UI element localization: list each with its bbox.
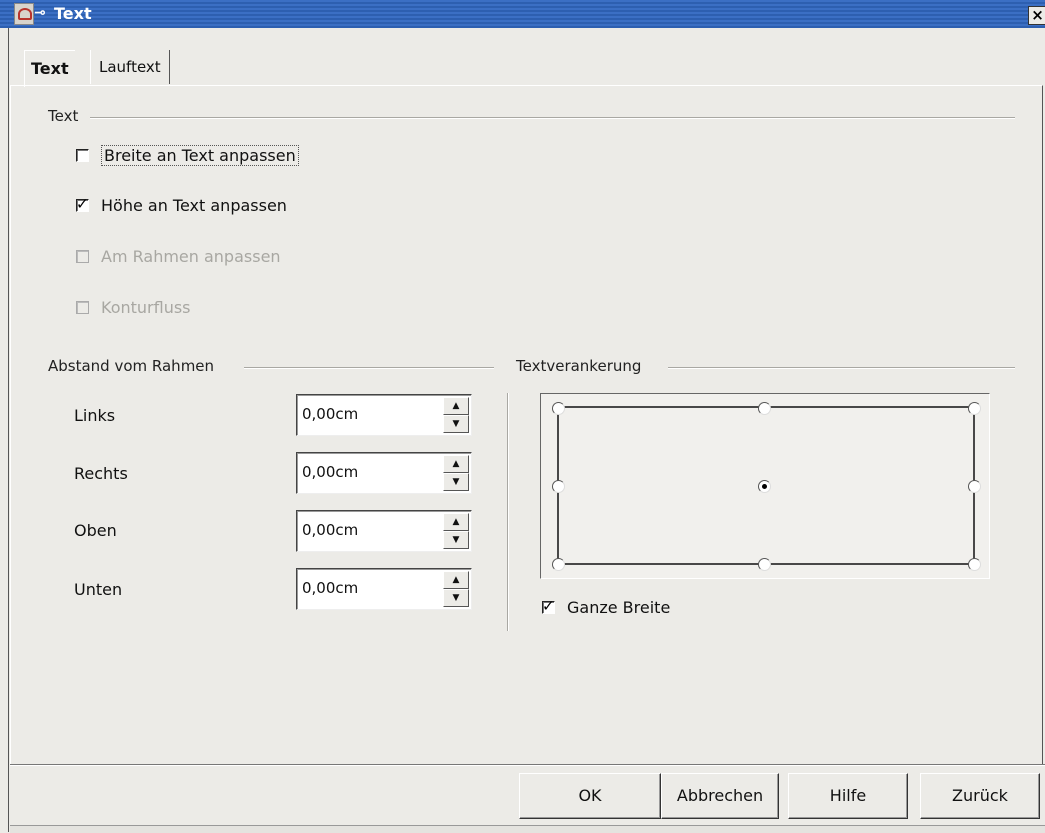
links-label: Links [74, 406, 116, 425]
group-divider [244, 367, 494, 369]
unten-value[interactable]: 0,00cm [302, 579, 358, 597]
tab-lauftext-label: Lauftext [99, 58, 161, 76]
checkbox-row-kontur: Konturfluss [76, 298, 191, 317]
kontur-checkbox-label: Konturfluss [101, 298, 191, 317]
anchor-bottom-right[interactable] [968, 558, 981, 571]
help-button[interactable]: Hilfe [788, 773, 908, 819]
title-bar: ⊸ Text × [0, 0, 1045, 28]
tab-text[interactable]: Text [24, 50, 75, 87]
rechts-value[interactable]: 0,00cm [302, 463, 358, 481]
reset-button[interactable]: Zurück [920, 773, 1040, 819]
links-value[interactable]: 0,00cm [302, 405, 358, 423]
unten-up-arrow-icon[interactable]: ▲ [443, 571, 469, 589]
rechts-label: Rechts [74, 464, 128, 483]
button-separator [10, 764, 1045, 766]
oben-label: Oben [74, 521, 117, 540]
anchor-preview [540, 393, 990, 579]
window-title: Text [54, 4, 92, 23]
unten-label: Unten [74, 580, 123, 599]
links-spinbox[interactable]: 0,00cm ▲ ▼ [296, 394, 472, 436]
unten-spinbox[interactable]: 0,00cm ▲ ▼ [296, 568, 472, 610]
anchor-middle-right[interactable] [968, 480, 981, 493]
close-icon[interactable]: × [1028, 6, 1045, 25]
anchor-middle-left[interactable] [552, 480, 565, 493]
anchor-bottom-center[interactable] [758, 558, 771, 571]
checkbox-row-ganze-breite[interactable]: Ganze Breite [542, 597, 671, 617]
links-down-arrow-icon[interactable]: ▼ [443, 415, 469, 433]
anchor-top-right[interactable] [968, 402, 981, 415]
anchor-bottom-left[interactable] [552, 558, 565, 571]
anchor-top-left[interactable] [552, 402, 565, 415]
group-divider [668, 367, 1015, 369]
cancel-button[interactable]: Abbrechen [661, 773, 779, 819]
checkbox-row-hoehe[interactable]: Höhe an Text anpassen [76, 195, 287, 215]
oben-down-arrow-icon[interactable]: ▼ [443, 531, 469, 549]
unten-down-arrow-icon[interactable]: ▼ [443, 589, 469, 607]
anchor-group-label: Textverankerung [516, 357, 642, 375]
breite-checkbox[interactable] [76, 149, 89, 162]
tab-lauftext[interactable]: Lauftext [90, 50, 170, 84]
ganze-breite-checkbox[interactable] [542, 597, 555, 615]
checkbox-row-breite[interactable]: Breite an Text anpassen [76, 145, 299, 166]
app-icon[interactable] [14, 3, 34, 25]
hoehe-checkbox[interactable] [76, 195, 89, 213]
anchor-center[interactable] [758, 480, 771, 493]
vertical-divider [507, 393, 509, 631]
links-up-arrow-icon[interactable]: ▲ [443, 397, 469, 415]
anchor-top-center[interactable] [758, 402, 771, 415]
kontur-checkbox [76, 301, 89, 314]
hoehe-checkbox-label: Höhe an Text anpassen [101, 196, 287, 215]
ganze-breite-label: Ganze Breite [567, 598, 671, 617]
pin-icon[interactable]: ⊸ [34, 5, 46, 21]
text-group-label: Text [48, 107, 79, 125]
checkbox-row-rahmen: Am Rahmen anpassen [76, 247, 281, 266]
rahmen-checkbox-label: Am Rahmen anpassen [101, 247, 281, 266]
breite-checkbox-label: Breite an Text anpassen [101, 145, 299, 166]
rechts-down-arrow-icon[interactable]: ▼ [443, 473, 469, 491]
rechts-up-arrow-icon[interactable]: ▲ [443, 455, 469, 473]
rahmen-checkbox [76, 250, 89, 263]
rechts-spinbox[interactable]: 0,00cm ▲ ▼ [296, 452, 472, 494]
oben-spinbox[interactable]: 0,00cm ▲ ▼ [296, 510, 472, 552]
group-divider [90, 117, 1015, 119]
spacing-group-label: Abstand vom Rahmen [48, 357, 215, 375]
oben-up-arrow-icon[interactable]: ▲ [443, 513, 469, 531]
ok-button[interactable]: OK [519, 773, 661, 819]
oben-value[interactable]: 0,00cm [302, 521, 358, 539]
